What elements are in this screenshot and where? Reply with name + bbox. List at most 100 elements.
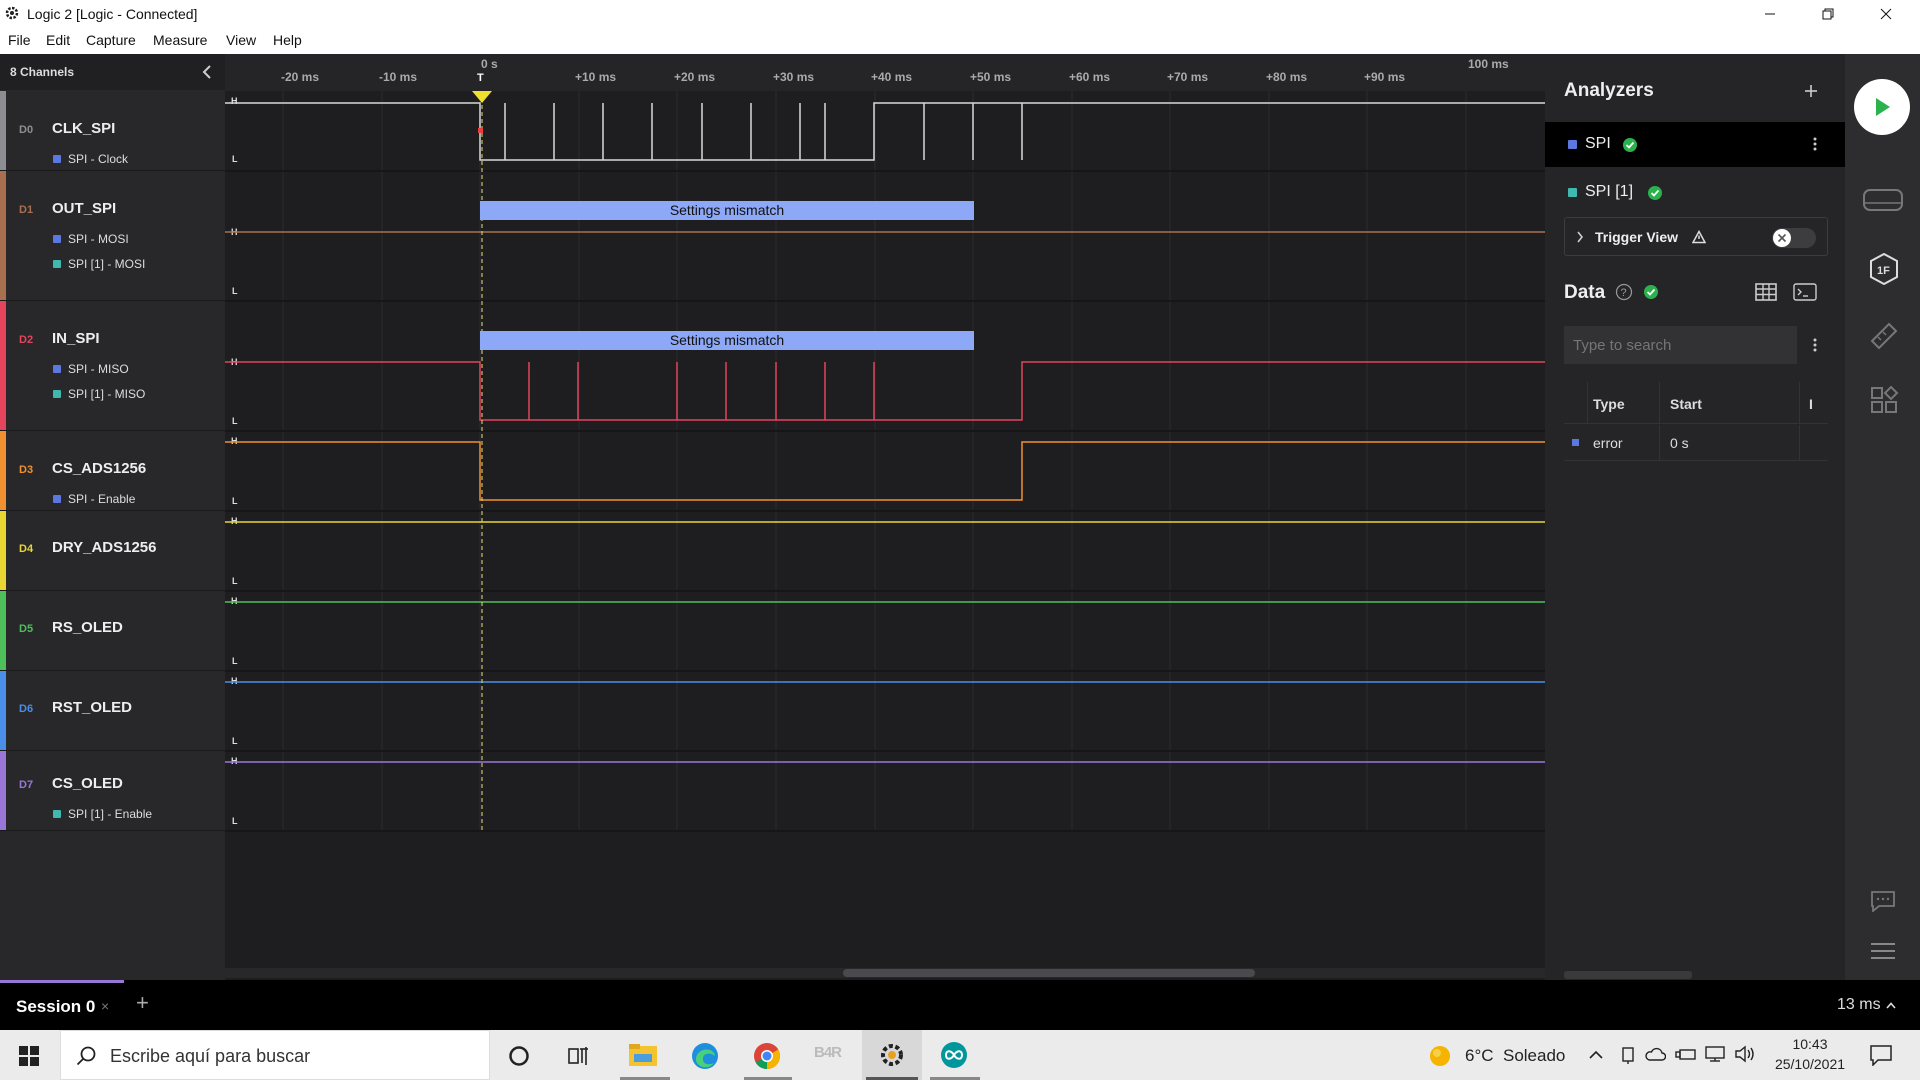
more-options-icon[interactable] xyxy=(1812,136,1818,152)
analyzer-label: SPI [1] xyxy=(1585,183,1634,200)
session-tab-label: Session 0 xyxy=(16,997,96,1016)
network-icon[interactable] xyxy=(1704,1045,1726,1063)
play-icon xyxy=(1876,98,1890,116)
channel-name: RST_OLED xyxy=(52,699,133,716)
weather-sun-icon xyxy=(1430,1046,1450,1066)
row-type: error xyxy=(1593,435,1623,451)
annotation-settings-mismatch[interactable]: Settings mismatch xyxy=(480,201,974,220)
analyzer-label-text: SPI - MOSI xyxy=(68,232,129,246)
column-header-start[interactable]: Start xyxy=(1670,396,1702,412)
channel-color-bar xyxy=(0,511,6,590)
channel-row-d5[interactable]: D5 RS_OLED xyxy=(0,591,225,671)
zoom-level[interactable]: 13 ms xyxy=(1837,996,1881,1014)
channel-analyzer-label: SPI [1] - MISO xyxy=(53,387,145,401)
session-close-icon[interactable]: × xyxy=(101,998,109,1014)
session-tab[interactable]: Session 0 × xyxy=(0,980,124,1030)
add-analyzer-icon[interactable] xyxy=(1804,84,1818,98)
start-capture-button[interactable] xyxy=(1854,79,1910,135)
analyzer-item-spi-1[interactable]: SPI [1] xyxy=(1545,170,1845,215)
svg-text:L: L xyxy=(232,416,238,426)
chrome-browser-icon[interactable] xyxy=(752,1041,782,1071)
notifications-icon[interactable] xyxy=(1869,1044,1893,1066)
channel-row-d6[interactable]: D6 RST_OLED xyxy=(0,671,225,751)
channel-row-d2[interactable]: D2 IN_SPI SPI - MISO SPI [1] - MISO xyxy=(0,301,225,431)
trigger-marker-icon[interactable] xyxy=(472,91,492,103)
analyzers-tab-icon[interactable]: 1F xyxy=(1869,253,1899,285)
annotation-settings-mismatch[interactable]: Settings mismatch xyxy=(480,331,974,350)
show-hidden-icons-icon[interactable] xyxy=(1589,1050,1603,1060)
table-row[interactable]: error 0 s xyxy=(1564,425,1828,461)
app-logo-icon xyxy=(5,6,19,20)
volume-icon[interactable] xyxy=(1734,1045,1756,1063)
trigger-view-row[interactable]: Trigger View xyxy=(1564,217,1828,256)
data-search-input[interactable] xyxy=(1564,326,1797,364)
arduino-ide-icon[interactable] xyxy=(940,1041,968,1069)
data-scrollbar[interactable] xyxy=(1564,971,1692,979)
taskbar-search-box[interactable]: Escribe aquí para buscar xyxy=(60,1030,490,1080)
horizontal-scrollbar-thumb[interactable] xyxy=(843,969,1255,977)
channel-analyzer-label: SPI - Enable xyxy=(53,492,135,506)
weather-text[interactable]: 6°C Soleado xyxy=(1465,1046,1565,1066)
close-window-button[interactable] xyxy=(1857,0,1915,28)
waveform-area[interactable]: -20 ms -10 ms 0 s +10 ms +20 ms +30 ms +… xyxy=(225,54,1545,980)
trigger-view-label: Trigger View xyxy=(1595,229,1678,245)
menu-capture[interactable]: Capture xyxy=(86,32,136,48)
restore-button[interactable] xyxy=(1799,0,1857,28)
onedrive-icon[interactable] xyxy=(1644,1046,1666,1062)
analyzer-label-text: SPI - Clock xyxy=(68,152,129,166)
channel-id: D6 xyxy=(19,703,34,715)
table-view-icon[interactable] xyxy=(1755,283,1777,301)
column-header-extra[interactable]: I xyxy=(1809,396,1813,412)
waveform-d2 xyxy=(225,361,1545,421)
logic-app-taskbar-button[interactable] xyxy=(862,1030,922,1080)
usb-drive-icon[interactable] xyxy=(1675,1046,1697,1062)
taskbar-clock-time[interactable]: 10:43 xyxy=(1772,1036,1848,1052)
windows-start-icon[interactable] xyxy=(19,1046,39,1066)
menu-edit[interactable]: Edit xyxy=(46,32,70,48)
horizontal-scrollbar-track[interactable] xyxy=(225,968,1545,978)
b4r-app-icon[interactable]: B4R xyxy=(814,1044,842,1061)
menu-measure[interactable]: Measure xyxy=(153,32,207,48)
menu-view[interactable]: View xyxy=(226,32,256,48)
file-explorer-icon[interactable] xyxy=(628,1042,658,1068)
svg-text:L: L xyxy=(232,816,238,826)
chevron-up-icon[interactable] xyxy=(1886,1002,1896,1009)
collapse-sidebar-icon[interactable] xyxy=(201,65,213,79)
cortana-icon[interactable] xyxy=(508,1045,530,1067)
svg-text:H: H xyxy=(231,596,238,606)
minimize-button[interactable] xyxy=(1741,0,1799,28)
extensions-icon[interactable] xyxy=(1869,385,1899,415)
channel-row-d1[interactable]: D1 OUT_SPI SPI - MOSI SPI [1] - MOSI xyxy=(0,171,225,301)
waveform-d3 xyxy=(225,441,1545,501)
analyzer-item-spi[interactable]: SPI xyxy=(1545,122,1845,167)
analyzer-color-swatch xyxy=(53,260,61,268)
channel-analyzer-label: SPI [1] - MOSI xyxy=(53,257,145,271)
task-view-icon[interactable] xyxy=(567,1045,591,1067)
feedback-icon[interactable] xyxy=(1870,890,1896,912)
more-options-icon[interactable] xyxy=(1812,337,1818,353)
hamburger-menu-icon[interactable] xyxy=(1870,942,1896,960)
channel-row-d0[interactable]: D0 CLK_SPI SPI - Clock xyxy=(0,91,225,171)
analyzer-label-text: SPI [1] - MISO xyxy=(68,387,146,401)
channel-name: IN_SPI xyxy=(52,330,100,347)
measure-icon[interactable] xyxy=(1869,321,1899,351)
channel-id: D5 xyxy=(19,623,34,635)
taskbar-clock-date[interactable]: 25/10/2021 xyxy=(1770,1056,1850,1072)
help-icon[interactable]: ? xyxy=(1615,283,1633,301)
add-session-button[interactable]: + xyxy=(136,990,149,1016)
column-header-type[interactable]: Type xyxy=(1593,396,1625,412)
channel-id: D7 xyxy=(19,779,34,791)
menu-file[interactable]: File xyxy=(8,32,31,48)
trigger-view-toggle[interactable] xyxy=(1772,228,1816,248)
terminal-view-icon[interactable] xyxy=(1793,283,1817,301)
device-tray-icon[interactable] xyxy=(1620,1045,1636,1065)
channel-row-d7[interactable]: D7 CS_OLED SPI [1] - Enable xyxy=(0,751,225,831)
channel-row-d3[interactable]: D3 CS_ADS1256 SPI - Enable xyxy=(0,431,225,511)
device-icon[interactable] xyxy=(1863,187,1903,213)
menu-help[interactable]: Help xyxy=(273,32,302,48)
edge-browser-icon[interactable] xyxy=(690,1041,720,1071)
channel-row-d4[interactable]: D4 DRY_ADS1256 xyxy=(0,511,225,591)
channel-color-bar xyxy=(0,171,6,300)
search-icon xyxy=(76,1046,96,1066)
windows-taskbar: Escribe aquí para buscar B4R 6°C Soleado… xyxy=(0,1030,1920,1080)
